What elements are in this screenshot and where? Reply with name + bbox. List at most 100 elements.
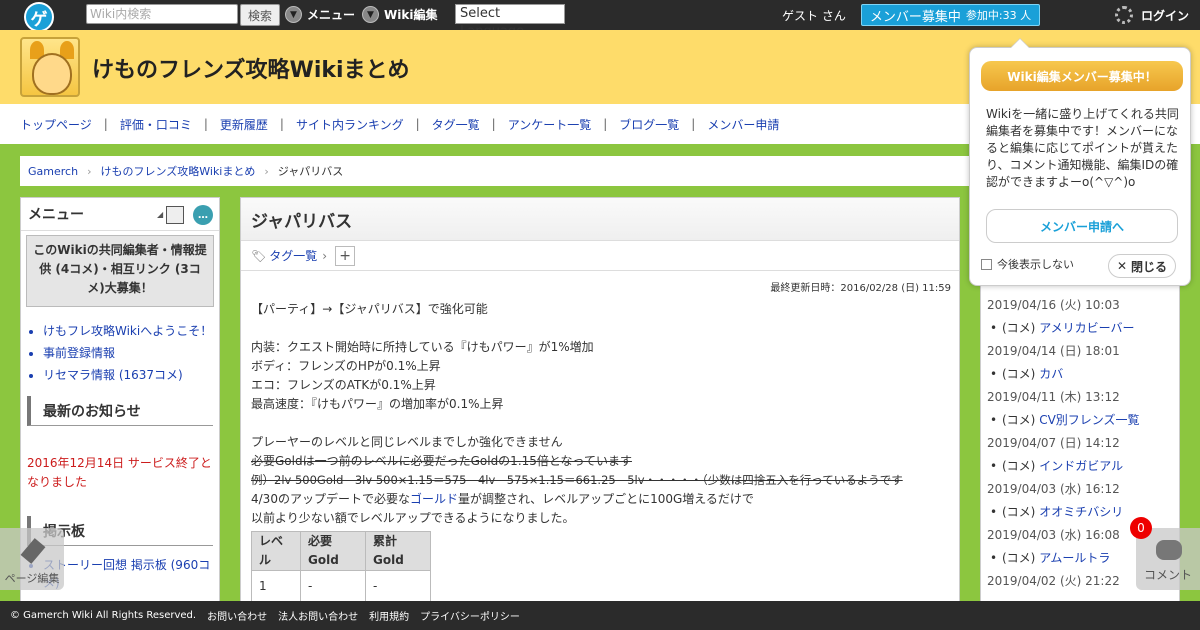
- last-updated: 最終更新日時：2016/02/28 (日) 11:59: [770, 283, 951, 294]
- gamerch-logo[interactable]: ゲ: [24, 2, 54, 32]
- table-row: 1 - -: [251, 570, 431, 603]
- collapse-arrow-icon[interactable]: ◢: [157, 210, 163, 219]
- sidebar-link-welcome[interactable]: けもフレ攻略Wikiへようこそ！: [43, 322, 219, 340]
- comment-date: 2019/04/03 (水) 16:12: [987, 482, 1120, 496]
- footer-link-terms[interactable]: 利用規約: [369, 608, 409, 623]
- sidebar-link-preregister[interactable]: 事前登録情報: [43, 344, 219, 362]
- recruit-count: 参加中:33 人: [965, 9, 1032, 22]
- comment-link[interactable]: CV別フレンズ一覧: [1039, 413, 1139, 427]
- popup-close-button[interactable]: ✕ 閉じる: [1108, 254, 1176, 278]
- footer-link-corporate[interactable]: 法人お問い合わせ: [278, 608, 358, 623]
- logo-text: ゲ: [30, 9, 48, 30]
- checkbox-icon[interactable]: [981, 258, 992, 270]
- comment-date: 2019/04/16 (火) 10:03: [987, 298, 1120, 312]
- nav-ranking[interactable]: サイト内ランキング: [296, 116, 404, 133]
- popup-title: Wiki編集メンバー募集中！: [981, 61, 1183, 91]
- tag-list-link[interactable]: タグ一覧: [269, 247, 317, 264]
- site-title[interactable]: けものフレンズ攻略Wikiまとめ: [92, 52, 410, 84]
- gold-link[interactable]: ゴールド: [410, 492, 458, 506]
- chat-icon[interactable]: …: [193, 205, 213, 225]
- member-recruit-button[interactable]: メンバー募集中 参加中:33 人: [861, 4, 1040, 26]
- table-cell: -: [300, 570, 366, 603]
- menu-label: メニュー: [307, 8, 356, 22]
- comment-entry: 2019/04/03 (水) 16:12 (コメ) オオミチバシリ: [987, 478, 1179, 524]
- comment-date: 2019/04/07 (日) 14:12: [987, 436, 1120, 450]
- comment-entry: 2019/04/16 (火) 10:03 (コメ) アメリカビーバー: [987, 294, 1179, 340]
- top-bar: ゲ 検索 ▼ メニュー ▼ Wiki編集 Select Language ゲスト さ…: [0, 0, 1200, 39]
- guest-label: ゲスト さん: [782, 9, 846, 23]
- table-header: 必要Gold: [300, 531, 366, 571]
- login-link[interactable]: ログイン: [1141, 7, 1189, 24]
- search-button[interactable]: 検索: [240, 4, 280, 26]
- comment-link[interactable]: インドガビアル: [1039, 459, 1123, 473]
- pencil-icon: [20, 538, 46, 564]
- add-tag-button[interactable]: +: [335, 245, 356, 266]
- text-line: 最高速度：『けもパワー』の増加率が0.1%上昇: [251, 397, 504, 411]
- chevron-down-icon: ▼: [362, 6, 379, 23]
- recruit-notice[interactable]: このWikiの共同編集者・情報提供 (4コメ)・相互リンク (3コメ)大募集！: [26, 235, 214, 307]
- nav-history[interactable]: 更新履歴: [220, 116, 268, 133]
- comment-entry: 2019/04/11 (木) 13:12 (コメ) CV別フレンズ一覧: [987, 386, 1179, 432]
- nav-reviews[interactable]: 評価・口コミ: [120, 116, 192, 133]
- strike-line: 例）2lv 500Gold 3lv 500×1.15＝575 4lv 575×1…: [251, 473, 903, 487]
- wiki-edit-toggle[interactable]: ▼ Wiki編集: [362, 6, 437, 23]
- footer-link-contact[interactable]: お問い合わせ: [207, 608, 267, 623]
- sidebar-header: メニュー ◢ …: [21, 198, 219, 231]
- member-apply-button[interactable]: メンバー申請へ: [986, 209, 1178, 243]
- comment-date: 2019/04/11 (木) 13:12: [987, 390, 1120, 404]
- table-header: 累計Gold: [365, 531, 431, 571]
- menu-toggle[interactable]: ▼ メニュー: [285, 6, 355, 23]
- close-label: 閉じる: [1131, 259, 1168, 274]
- dont-show-checkbox[interactable]: 今後表示しない: [981, 256, 1074, 272]
- tag-bar: 🏷 タグ一覧 › +: [241, 241, 959, 271]
- comment-label: (コメ): [1002, 505, 1036, 519]
- search-input[interactable]: [86, 4, 238, 24]
- breadcrumb-gamerch[interactable]: Gamerch: [28, 165, 78, 178]
- chevron-right-icon: ›: [264, 164, 269, 178]
- nav-member-apply[interactable]: メンバー申請: [707, 116, 779, 133]
- nav-surveys[interactable]: アンケート一覧: [508, 116, 592, 133]
- nav-top[interactable]: トップページ: [20, 116, 92, 133]
- wiki-edit-label: Wiki編集: [384, 8, 438, 22]
- main-content: ジャパリバス 🏷 タグ一覧 › + 最終更新日時：2016/02/28 (日) …: [240, 197, 960, 630]
- chevron-right-icon: ›: [87, 164, 92, 178]
- table-header: レベル: [251, 531, 301, 571]
- gear-icon[interactable]: [1115, 6, 1133, 24]
- popup-body: Wikiを一緒に盛り上げてくれる共同編集者を募集中です！メンバーになると編集に応…: [986, 107, 1179, 189]
- text-span: 量が調整され、レベルアップごとに100G増えるだけで: [457, 492, 754, 506]
- comment-link[interactable]: アメリカビーバー: [1039, 321, 1134, 335]
- sidebar-title: メニュー: [28, 207, 84, 223]
- breadcrumb-wiki[interactable]: けものフレンズ攻略Wikiまとめ: [100, 163, 255, 179]
- board-link[interactable]: ストーリー回想 掲示板 (960コメ): [43, 556, 219, 592]
- comment-link[interactable]: アムールトラ: [1039, 551, 1110, 565]
- nav-separator: |: [691, 117, 696, 131]
- text-line: エコ：フレンズのATKが0.1%上昇: [251, 378, 436, 392]
- sidebar-link-reroll[interactable]: リセマラ情報 (1637コメ): [43, 366, 219, 384]
- table-header-row: レベル 必要Gold 累計Gold: [251, 531, 431, 571]
- comment-label: (コメ): [1002, 413, 1036, 427]
- site-icon[interactable]: [20, 37, 80, 97]
- comment-link[interactable]: カバ: [1039, 367, 1063, 381]
- page-edit-button[interactable]: ページ編集: [0, 528, 64, 590]
- text-line: ボディ：フレンズのHPが0.1%上昇: [251, 359, 441, 373]
- breadcrumb-current: ジャパリバス: [277, 165, 344, 178]
- news-text: 2016年12月14日 サービス終了となりました: [27, 456, 212, 489]
- comment-link[interactable]: オオミチバシリ: [1039, 505, 1123, 519]
- text-line: 内装：クエスト開始時に所持している『けもパワー』が1%増加: [251, 340, 594, 354]
- comment-icon: [1156, 540, 1182, 560]
- close-icon: ✕: [1116, 259, 1128, 273]
- nav-tags[interactable]: タグ一覧: [432, 116, 480, 133]
- chevron-down-icon: ▼: [285, 6, 302, 23]
- nav-separator: |: [103, 117, 108, 131]
- nav-blogs[interactable]: ブログ一覧: [619, 116, 679, 133]
- collapse-icon[interactable]: [166, 206, 184, 224]
- comment-label: (コメ): [1002, 367, 1036, 381]
- strike-line: 必要Goldは一つ前のレベルに必要だったGoldの1.15倍となっています: [251, 454, 632, 468]
- language-select[interactable]: Select Language: [455, 4, 565, 39]
- footer-link-privacy[interactable]: プライバシーポリシー: [420, 608, 520, 623]
- news-heading: 最新のお知らせ: [27, 396, 213, 426]
- comment-entry: 2019/04/14 (日) 18:01 (コメ) カバ: [987, 340, 1179, 386]
- nav-separator: |: [491, 117, 496, 131]
- text-span: 4/30のアップデートで必要な: [251, 492, 410, 506]
- comment-date: 2019/04/14 (日) 18:01: [987, 344, 1120, 358]
